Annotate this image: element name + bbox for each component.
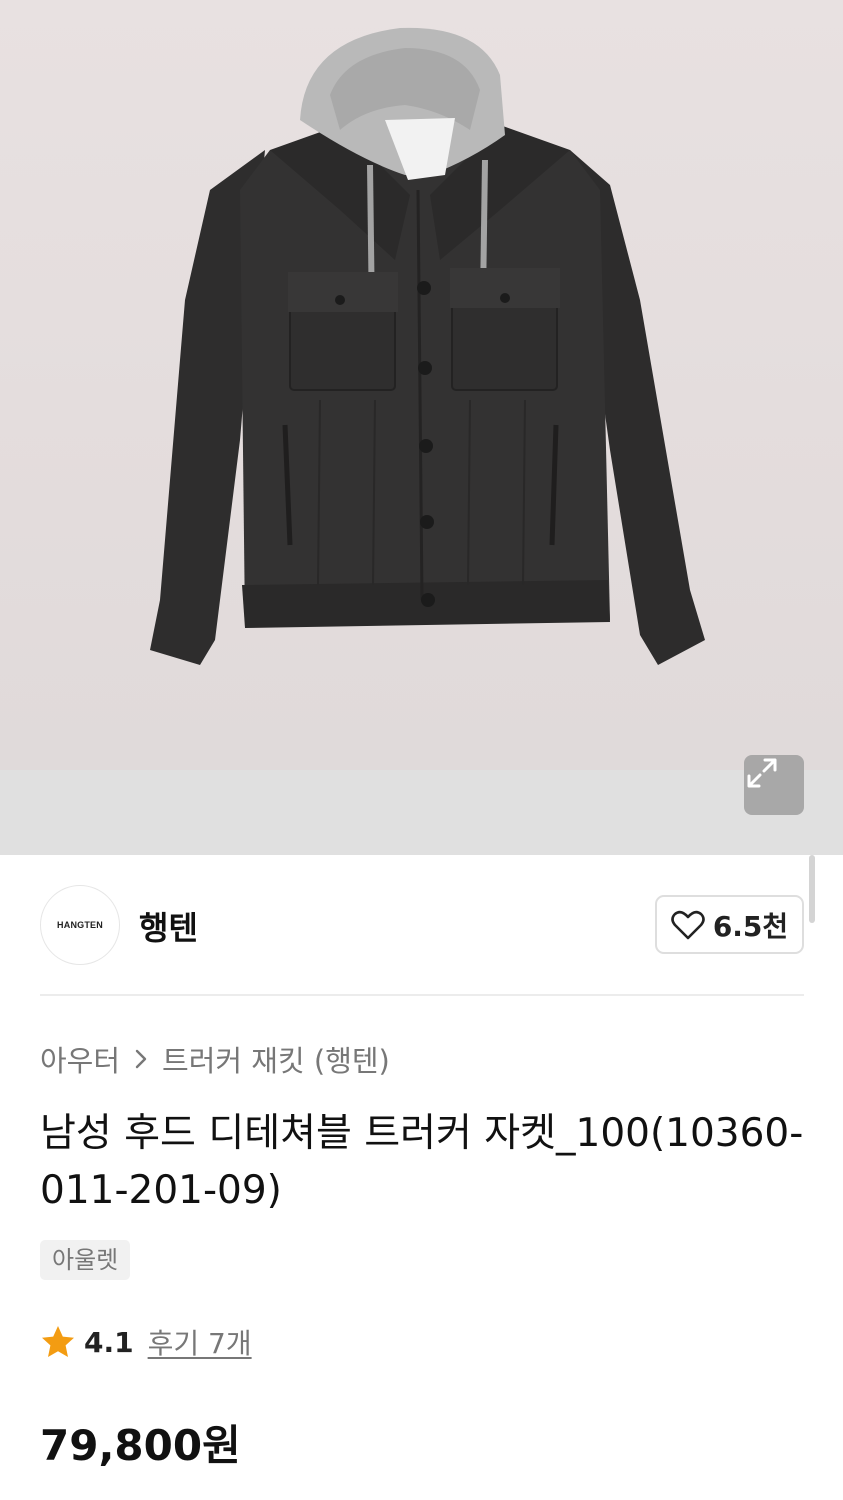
- expand-icon: [747, 758, 777, 788]
- heart-icon: [671, 910, 705, 939]
- breadcrumb-subcategory[interactable]: 트러커 재킷 (행텐): [162, 1038, 390, 1080]
- scroll-indicator: [809, 855, 815, 923]
- product-title: 남성 후드 디테쳐블 트러커 자켓_100(10360-011-201-09): [40, 1111, 804, 1213]
- product-image[interactable]: [0, 0, 843, 855]
- brand-logo[interactable]: HANGTEN: [40, 885, 120, 965]
- like-count: 6.5천: [712, 909, 789, 943]
- like-button[interactable]: 6.5천: [655, 895, 804, 954]
- brand-row: HANGTEN 행텐 6.5천: [40, 885, 804, 965]
- breadcrumb: 아우터 트러커 재킷 (행텐): [40, 1038, 390, 1080]
- outlet-tag: 아울렛: [40, 1240, 131, 1280]
- expand-button[interactable]: [744, 755, 804, 815]
- chevron-right-icon: [135, 1049, 147, 1069]
- breadcrumb-category[interactable]: 아우터: [40, 1038, 120, 1080]
- star-icon: [42, 1326, 74, 1357]
- jacket-illustration: [150, 27, 705, 665]
- divider: [40, 994, 804, 996]
- brand-name[interactable]: 행텐: [139, 903, 198, 949]
- rating-value: 4.1: [84, 1325, 134, 1359]
- reviews-link[interactable]: 후기 7개: [148, 1322, 252, 1362]
- rating-row: 4.1 후기 7개: [40, 1322, 252, 1362]
- product-price: 79,800원: [40, 1421, 241, 1470]
- brand-logo-text: HANGTEN: [57, 920, 103, 930]
